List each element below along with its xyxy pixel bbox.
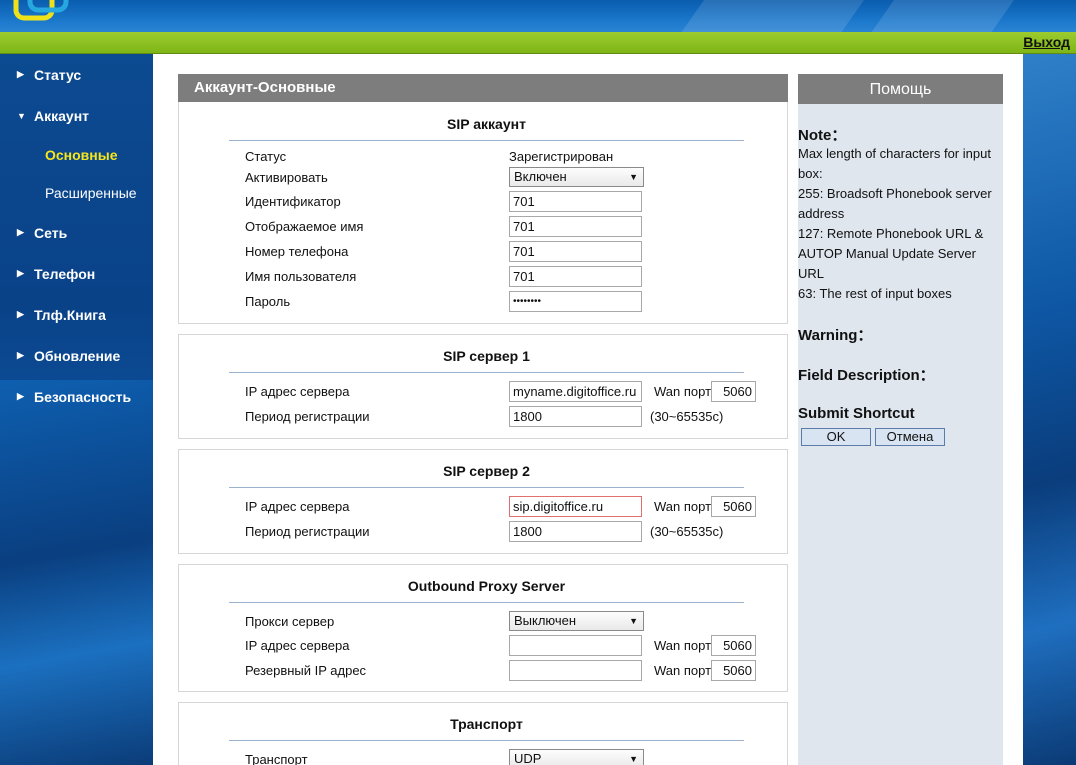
sidebar-item-network[interactable]: ▶ Сеть <box>0 212 153 253</box>
wan-port-label: Wan порт <box>654 499 712 514</box>
backup-ip-input[interactable] <box>509 660 642 681</box>
logout-link[interactable]: Выход <box>1023 34 1070 50</box>
top-header <box>0 0 1076 32</box>
sidebar-item-label: Сеть <box>34 224 68 241</box>
sidebar-item-label: Аккаунт <box>34 107 90 124</box>
page-title: Аккаунт-Основные <box>178 74 788 102</box>
warning-heading: Warning： <box>798 327 873 344</box>
sidebar-subitem-advanced[interactable]: Расширенные <box>0 174 153 212</box>
triangle-right-icon: ▶ <box>17 227 24 237</box>
wan-port-input[interactable]: 5060 <box>711 496 756 517</box>
password-label: Пароль <box>245 294 291 309</box>
wan-port-label: Wan порт <box>654 638 712 653</box>
triangle-right-icon: ▶ <box>17 309 24 319</box>
reg-period-range: (30~65535c) <box>650 524 724 539</box>
sidebar-item-label: Обновление <box>34 347 121 364</box>
sidebar-item-label: Статус <box>34 66 82 83</box>
username-label: Имя пользователя <box>245 269 357 284</box>
top-green-bar: Выход <box>0 32 1076 54</box>
wan-port-label: Wan порт <box>654 384 712 399</box>
sidebar-item-status[interactable]: ▶ Статус <box>0 54 153 95</box>
help-title: Помощь <box>798 74 1003 104</box>
reg-period-range: (30~65535c) <box>650 409 724 424</box>
help-note-line: 127: Remote Phonebook URL & AUTOP Manual… <box>798 226 984 281</box>
section-title: SIP сервер 2 <box>443 463 530 479</box>
reg-period-label: Период регистрации <box>245 524 370 539</box>
section-transport: Транспорт Транспорт UDP ▼ <box>178 702 788 765</box>
wan-port-input[interactable]: 5060 <box>711 381 756 402</box>
proxy-ip-input[interactable] <box>509 635 642 656</box>
proxy-select[interactable]: Выключен ▼ <box>509 611 644 631</box>
section-title: SIP сервер 1 <box>443 348 530 364</box>
transport-select[interactable]: UDP ▼ <box>509 749 644 765</box>
section-title: SIP аккаунт <box>447 116 526 132</box>
section-sip-server-1: SIP сервер 1 IP адрес сервера myname.dig… <box>178 334 788 439</box>
brand-logo-icon <box>13 0 69 21</box>
section-sip-account: SIP аккаунт Статус Зарегистрирован Актив… <box>178 102 788 324</box>
server-ip-input[interactable]: myname.digitoffice.ru <box>509 381 642 402</box>
cancel-button[interactable]: Отмена <box>875 428 945 446</box>
sidebar-subitem-basic[interactable]: Основные <box>0 136 153 174</box>
transport-label: Транспорт <box>245 752 308 765</box>
display-name-label: Отображаемое имя <box>245 219 364 234</box>
triangle-right-icon: ▶ <box>17 391 24 401</box>
status-value: Зарегистрирован <box>509 149 614 164</box>
reg-period-label: Период регистрации <box>245 409 370 424</box>
activate-select-value: Включен <box>514 169 567 184</box>
sidebar-item-label: Тлф.Книга <box>34 306 106 323</box>
triangle-right-icon: ▶ <box>17 268 24 278</box>
id-input[interactable]: 701 <box>509 191 642 212</box>
section-sip-server-2: SIP сервер 2 IP адрес сервера sip.digito… <box>178 449 788 554</box>
status-label: Статус <box>245 149 287 164</box>
section-title: Транспорт <box>450 716 523 732</box>
wan-port-label: Wan порт <box>654 663 712 678</box>
note-heading: Note： <box>798 127 847 144</box>
password-input[interactable]: •••••••• <box>509 291 642 312</box>
transport-select-value: UDP <box>514 751 542 765</box>
server-ip-label: IP адрес сервера <box>245 499 350 514</box>
help-note-line: 255: Broadsoft Phonebook server address <box>798 186 992 221</box>
activate-select[interactable]: Включен ▼ <box>509 167 644 187</box>
help-note-line: 63: The rest of input boxes <box>798 286 952 301</box>
help-note-list: Max length of characters for input box: … <box>798 144 1003 304</box>
wan-port-input[interactable]: 5060 <box>711 635 756 656</box>
caret-down-icon: ▼ <box>629 616 638 626</box>
sidebar-nav: ▶ Статус ▼ Аккаунт Основные Расширенные … <box>0 54 153 417</box>
server-ip-label: IP адрес сервера <box>245 384 350 399</box>
activate-label: Активировать <box>245 170 328 185</box>
server-ip-input[interactable]: sip.digitoffice.ru <box>509 496 642 517</box>
sidebar-item-phonebook[interactable]: ▶ Тлф.Книга <box>0 294 153 335</box>
display-name-input[interactable]: 701 <box>509 216 642 237</box>
sidebar-item-label: Телефон <box>34 265 96 282</box>
help-note-line: Max length of characters for input box: <box>798 146 991 181</box>
caret-down-icon: ▼ <box>629 172 638 182</box>
caret-down-icon: ▼ <box>629 754 638 764</box>
reg-period-input[interactable]: 1800 <box>509 521 642 542</box>
id-label: Идентификатор <box>245 194 341 209</box>
ok-button[interactable]: OK <box>801 428 871 446</box>
wan-port-input[interactable]: 5060 <box>711 660 756 681</box>
triangle-down-icon: ▼ <box>17 110 26 121</box>
section-title: Outbound Proxy Server <box>407 578 566 594</box>
sidebar-item-label: Безопасность <box>34 388 132 405</box>
phone-label: Номер телефона <box>245 244 349 259</box>
field-description-heading: Field Description： <box>798 367 935 384</box>
proxy-label: Прокси сервер <box>245 614 335 629</box>
proxy-ip-label: IP адрес сервера <box>245 638 350 653</box>
triangle-right-icon: ▶ <box>17 69 24 79</box>
proxy-select-value: Выключен <box>514 613 577 628</box>
reg-period-input[interactable]: 1800 <box>509 406 642 427</box>
backup-ip-label: Резервный IP адрес <box>245 663 367 678</box>
section-outbound-proxy: Outbound Proxy Server Прокси сервер Выкл… <box>178 564 788 692</box>
phone-input[interactable]: 701 <box>509 241 642 262</box>
triangle-right-icon: ▶ <box>17 350 24 360</box>
sidebar-item-security[interactable]: ▶ Безопасность <box>0 376 153 417</box>
sidebar-item-account[interactable]: ▼ Аккаунт <box>0 95 153 136</box>
submit-shortcut-heading: Submit Shortcut <box>798 405 915 422</box>
sidebar-item-phone[interactable]: ▶ Телефон <box>0 253 153 294</box>
sidebar-item-upgrade[interactable]: ▶ Обновление <box>0 335 153 376</box>
username-input[interactable]: 701 <box>509 266 642 287</box>
